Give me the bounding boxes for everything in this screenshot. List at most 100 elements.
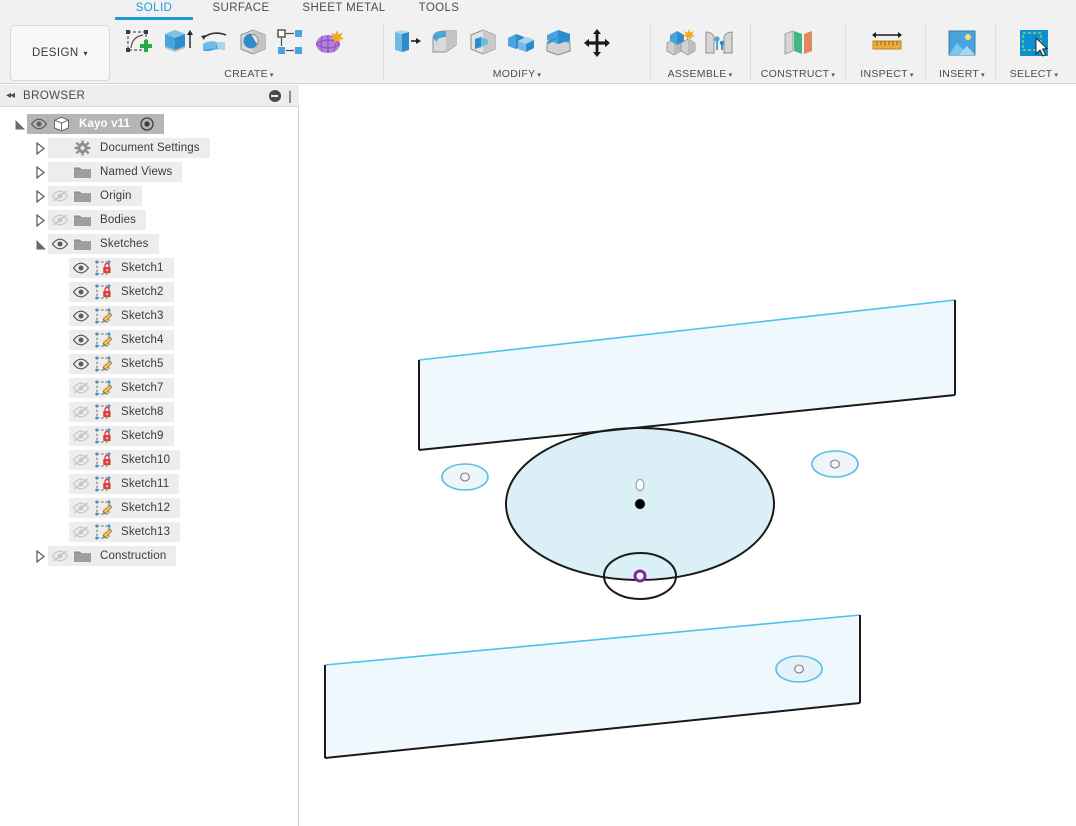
- tree-item-origin[interactable]: Origin: [0, 184, 298, 208]
- tree-item-body[interactable]: Sketches: [48, 234, 159, 254]
- assemble-group-label[interactable]: ASSEMBLE ▾: [655, 68, 745, 80]
- offset-plane-icon[interactable]: [779, 22, 817, 64]
- tab-solid[interactable]: SOLID: [115, 0, 193, 20]
- marker-bottom-right-point[interactable]: [794, 664, 804, 674]
- model-canvas[interactable]: [300, 85, 1076, 826]
- eye-hidden-icon[interactable]: [51, 189, 69, 203]
- construction-plane-b-fill[interactable]: [325, 615, 860, 758]
- inspect-group-label[interactable]: INSPECT ▾: [850, 68, 924, 80]
- tree-item-body[interactable]: Named Views: [48, 162, 183, 182]
- eye-visible-icon[interactable]: [30, 117, 48, 131]
- tree-item-body[interactable]: Sketch1: [69, 258, 174, 278]
- hole-icon[interactable]: [234, 22, 272, 64]
- sketch-point-white[interactable]: [635, 478, 645, 492]
- tree-item-body[interactable]: Sketch4: [69, 330, 174, 350]
- select-group-label[interactable]: SELECT ▾: [1000, 68, 1068, 80]
- form-icon[interactable]: [310, 22, 348, 64]
- marker-left-point[interactable]: [460, 472, 470, 482]
- eye-visible-icon[interactable]: [72, 261, 90, 275]
- tree-item-document-settings[interactable]: Document Settings: [0, 136, 298, 160]
- expand-arrow-closed-icon[interactable]: [35, 189, 48, 203]
- tree-item-sketch2[interactable]: Sketch2: [0, 280, 298, 304]
- eye-hidden-icon[interactable]: [51, 213, 69, 227]
- tree-item-sketch8[interactable]: Sketch8: [0, 400, 298, 424]
- panel-resize-grip-icon[interactable]: ❙: [285, 90, 295, 102]
- tree-item-sketch4[interactable]: Sketch4: [0, 328, 298, 352]
- tree-item-body[interactable]: Sketch11: [69, 474, 180, 494]
- expand-arrow-closed-icon[interactable]: [35, 213, 48, 227]
- activate-component-icon[interactable]: [140, 117, 154, 131]
- tree-item-sketch7[interactable]: Sketch7: [0, 376, 298, 400]
- revolve-icon[interactable]: [196, 22, 234, 64]
- tree-item-body[interactable]: Sketch13: [69, 522, 181, 542]
- move-copy-icon[interactable]: [578, 22, 616, 64]
- origin-point[interactable]: [633, 569, 647, 583]
- tree-item-body[interactable]: Sketch5: [69, 354, 174, 374]
- eye-visible-icon[interactable]: [51, 237, 69, 251]
- tree-item-sketch9[interactable]: Sketch9: [0, 424, 298, 448]
- shell-icon[interactable]: [464, 22, 502, 64]
- tree-item-sketch10[interactable]: Sketch10: [0, 448, 298, 472]
- eye-visible-icon[interactable]: [72, 333, 90, 347]
- tree-item-body[interactable]: Kayo v11: [27, 114, 165, 134]
- expand-arrow-closed-icon[interactable]: [35, 141, 48, 155]
- tree-item-body[interactable]: Sketch7: [69, 378, 174, 398]
- rectangular-pattern-icon[interactable]: [272, 22, 310, 64]
- new-component-icon[interactable]: [662, 22, 700, 64]
- tab-surface[interactable]: SURFACE: [199, 0, 283, 20]
- select-icon[interactable]: [1015, 22, 1053, 64]
- expand-arrow-open-icon[interactable]: [14, 118, 27, 131]
- tree-item-body[interactable]: Document Settings: [48, 138, 210, 158]
- fillet-icon[interactable]: [426, 22, 464, 64]
- tree-item-sketches[interactable]: Sketches: [0, 232, 298, 256]
- design-workspace-button[interactable]: DESIGN ▾: [10, 25, 110, 81]
- expand-arrow-closed-icon[interactable]: [35, 549, 48, 563]
- extrude-icon[interactable]: [158, 22, 196, 64]
- tree-item-named-views[interactable]: Named Views: [0, 160, 298, 184]
- split-face-icon[interactable]: [540, 22, 578, 64]
- tab-sheet-metal[interactable]: SHEET METAL: [290, 0, 398, 20]
- expand-arrow-open-icon[interactable]: [35, 238, 48, 251]
- create-sketch-icon[interactable]: [120, 22, 158, 64]
- minus-circle-icon[interactable]: [268, 90, 281, 102]
- tree-item-sketch13[interactable]: Sketch13: [0, 520, 298, 544]
- eye-hidden-icon[interactable]: [72, 477, 90, 491]
- measure-icon[interactable]: [868, 22, 906, 64]
- tree-item-body[interactable]: Origin: [48, 186, 142, 206]
- tree-item-body[interactable]: Sketch2: [69, 282, 174, 302]
- collapse-panel-icon[interactable]: ◂◂: [6, 90, 15, 101]
- tree-item-body[interactable]: Construction: [48, 546, 177, 566]
- eye-hidden-icon[interactable]: [72, 525, 90, 539]
- create-group-label[interactable]: CREATE ▾: [120, 68, 378, 80]
- construction-plane-a-fill[interactable]: [419, 300, 955, 450]
- tree-item-body[interactable]: Sketch10: [69, 450, 181, 470]
- tree-item-body[interactable]: Sketch12: [69, 498, 181, 518]
- eye-hidden-icon[interactable]: [51, 549, 69, 563]
- tree-item-body[interactable]: Sketch3: [69, 306, 174, 326]
- eye-hidden-icon[interactable]: [72, 381, 90, 395]
- eye-hidden-icon[interactable]: [72, 501, 90, 515]
- tree-item-kayo-v11[interactable]: Kayo v11: [0, 112, 298, 136]
- eye-visible-icon[interactable]: [72, 357, 90, 371]
- modify-group-label[interactable]: MODIFY ▾: [388, 68, 646, 80]
- tree-item-sketch1[interactable]: Sketch1: [0, 256, 298, 280]
- tree-item-bodies[interactable]: Bodies: [0, 208, 298, 232]
- tree-item-body[interactable]: Bodies: [48, 210, 147, 230]
- tree-item-sketch5[interactable]: Sketch5: [0, 352, 298, 376]
- eye-visible-icon[interactable]: [72, 285, 90, 299]
- insert-group-label[interactable]: INSERT ▾: [930, 68, 994, 80]
- eye-hidden-icon[interactable]: [72, 429, 90, 443]
- tree-item-construction[interactable]: Construction: [0, 544, 298, 568]
- eye-visible-icon[interactable]: [72, 309, 90, 323]
- combine-icon[interactable]: [502, 22, 540, 64]
- tree-item-body[interactable]: Sketch9: [69, 426, 174, 446]
- insert-canvas-icon[interactable]: [943, 22, 981, 64]
- construct-group-label[interactable]: CONSTRUCT ▾: [755, 68, 841, 80]
- marker-right-point[interactable]: [830, 459, 840, 469]
- eye-hidden-icon[interactable]: [72, 453, 90, 467]
- tab-tools[interactable]: TOOLS: [408, 0, 470, 20]
- joint-icon[interactable]: [700, 22, 738, 64]
- tree-item-body[interactable]: Sketch8: [69, 402, 174, 422]
- tree-item-sketch11[interactable]: Sketch11: [0, 472, 298, 496]
- expand-arrow-closed-icon[interactable]: [35, 165, 48, 179]
